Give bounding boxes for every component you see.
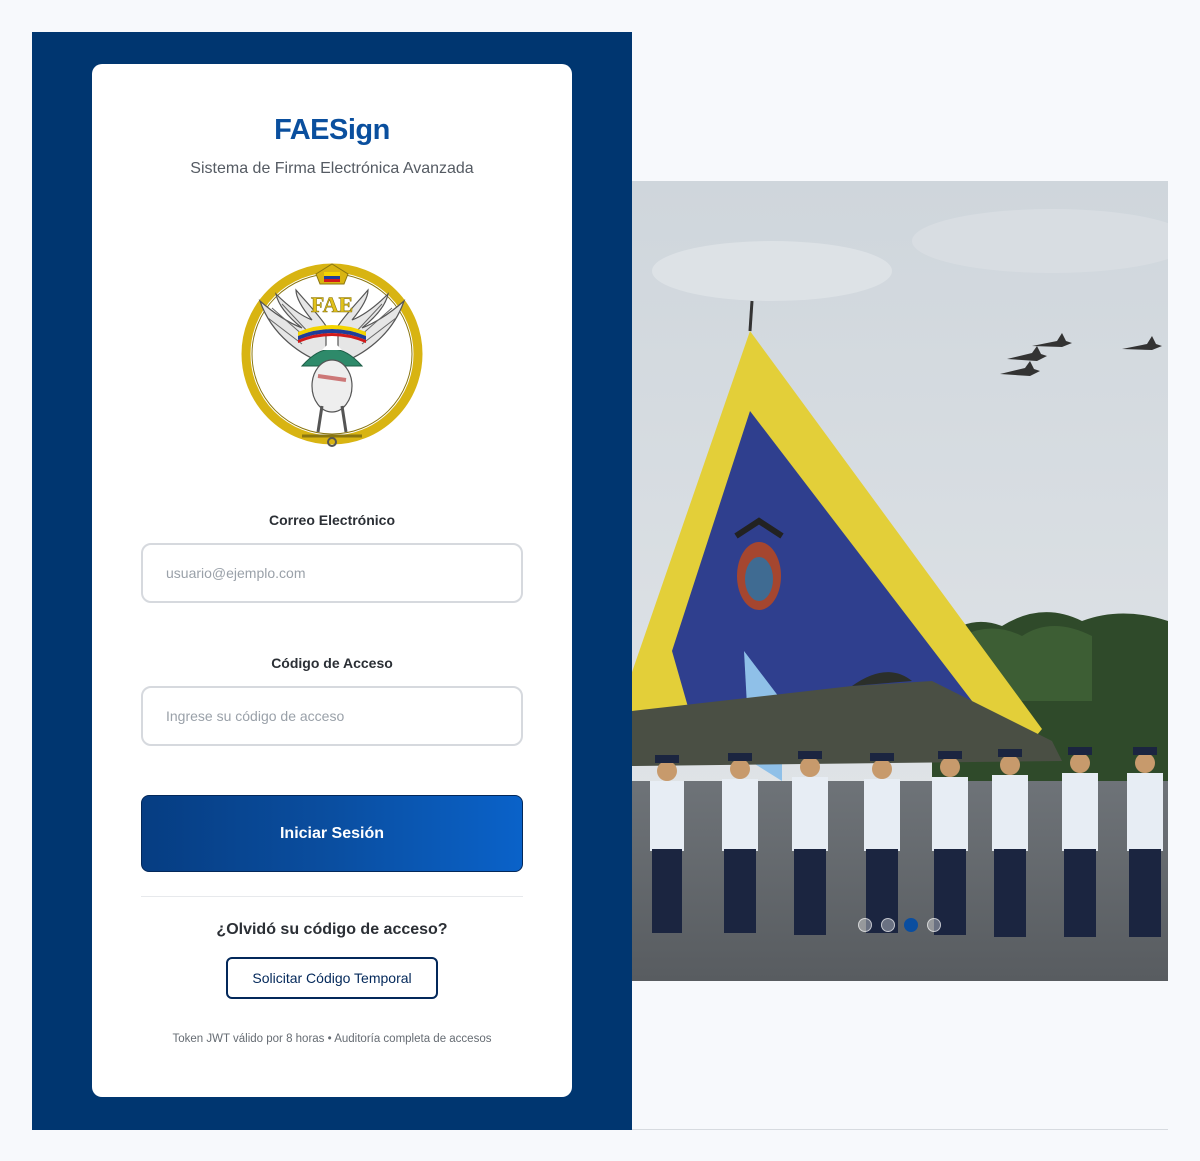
login-card: FAESign Sistema de Firma Electrónica Ava…: [92, 64, 572, 1097]
fae-emblem-icon: FAE: [241, 263, 423, 447]
access-code-input[interactable]: [141, 686, 523, 746]
email-label: Correo Electrónico: [268, 512, 396, 528]
divider: [141, 896, 523, 897]
carousel-indicators: [858, 918, 941, 932]
carousel-dot-2[interactable]: [881, 918, 895, 932]
security-footnote: Token JWT válido por 8 horas • Auditoría…: [172, 1033, 492, 1045]
access-code-label: Código de Acceso: [271, 655, 393, 671]
carousel-dot-1[interactable]: [858, 918, 872, 932]
air-force-ceremony-photo: [632, 181, 1168, 981]
email-input[interactable]: [141, 543, 523, 603]
request-temp-code-button[interactable]: Solicitar Código Temporal: [226, 957, 438, 999]
forgot-code-question: ¿Olvidó su código de acceso?: [216, 921, 448, 938]
svg-text:FAE: FAE: [311, 292, 353, 317]
carousel-dot-3[interactable]: [904, 918, 918, 932]
fae-logo: FAE: [232, 246, 432, 456]
carousel-dot-4[interactable]: [927, 918, 941, 932]
login-panel: FAESign Sistema de Firma Electrónica Ava…: [32, 32, 632, 1130]
login-button[interactable]: Iniciar Sesión: [141, 795, 523, 872]
carousel-image: [632, 181, 1168, 981]
bottom-divider: [632, 1129, 1168, 1130]
app-subtitle: Sistema de Firma Electrónica Avanzada: [190, 160, 474, 177]
app-title: FAESign: [274, 114, 390, 146]
